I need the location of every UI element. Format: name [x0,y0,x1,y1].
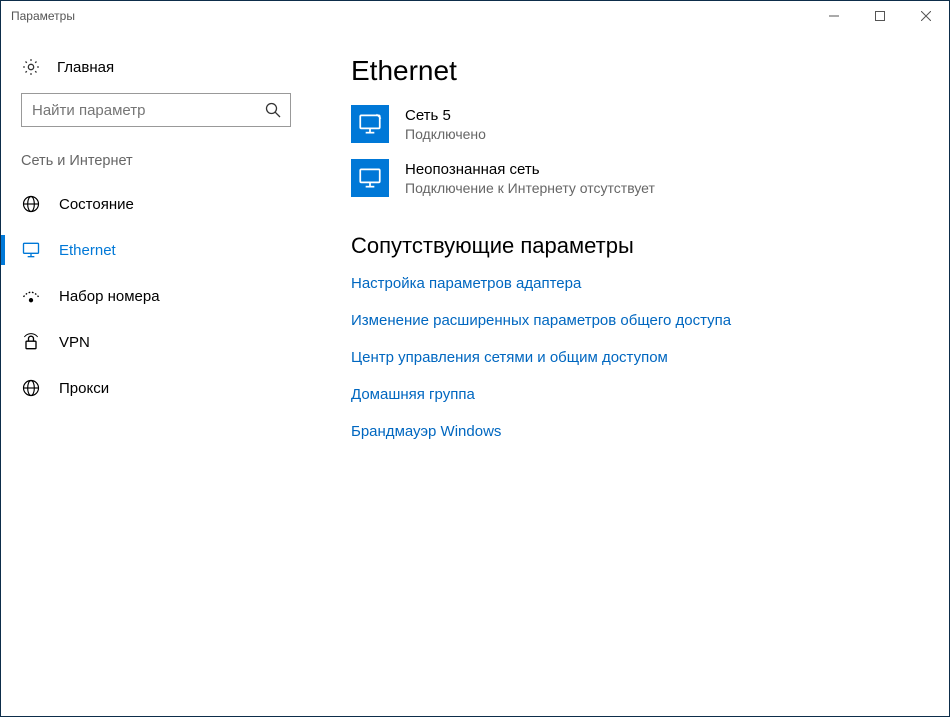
network-item[interactable]: Сеть 5 Подключено [351,105,919,143]
nav-list: Состояние Ethernet [1,181,311,411]
network-status: Подключено [405,126,486,142]
gear-icon [21,57,41,77]
network-item[interactable]: Неопознанная сеть Подключение к Интернет… [351,159,919,197]
home-button[interactable]: Главная [1,47,311,87]
proxy-icon [21,378,41,398]
network-monitor-icon [351,159,389,197]
category-label: Сеть и Интернет [1,135,311,181]
search-input[interactable] [21,93,291,127]
dialup-icon [21,286,41,306]
sidebar-item-ethernet[interactable]: Ethernet [1,227,311,273]
link-advanced-sharing[interactable]: Изменение расширенных параметров общего … [351,312,731,329]
network-name: Сеть 5 [405,107,486,124]
page-title: Ethernet [351,55,919,87]
sidebar-item-label: VPN [59,334,90,351]
sidebar-item-label: Прокси [59,380,109,397]
sidebar-item-dialup[interactable]: Набор номера [1,273,311,319]
close-button[interactable] [903,1,949,31]
minimize-button[interactable] [811,1,857,31]
sidebar-item-status[interactable]: Состояние [1,181,311,227]
ethernet-icon [21,240,41,260]
link-adapter-settings[interactable]: Настройка параметров адаптера [351,275,581,292]
titlebar: Параметры [1,1,949,31]
window-controls [811,1,949,31]
settings-window: Параметры Главная [0,0,950,717]
main-panel: Ethernet Сеть 5 Подключено [311,31,949,716]
sidebar-item-label: Ethernet [59,242,116,259]
sidebar-item-proxy[interactable]: Прокси [1,365,311,411]
network-text: Сеть 5 Подключено [405,107,486,142]
network-text: Неопознанная сеть Подключение к Интернет… [405,161,655,196]
minimize-icon [829,11,839,21]
sidebar-item-label: Набор номера [59,288,160,305]
link-homegroup[interactable]: Домашняя группа [351,386,475,403]
sidebar: Главная Сеть и Интернет [1,31,311,716]
maximize-icon [875,11,885,21]
network-monitor-icon [351,105,389,143]
maximize-button[interactable] [857,1,903,31]
link-network-center[interactable]: Центр управления сетями и общим доступом [351,349,668,366]
sidebar-item-label: Состояние [59,196,134,213]
sidebar-item-vpn[interactable]: VPN [1,319,311,365]
network-status: Подключение к Интернету отсутствует [405,180,655,196]
globe-icon [21,194,41,214]
home-label: Главная [57,59,114,76]
link-windows-firewall[interactable]: Брандмауэр Windows [351,423,501,440]
search-container [1,87,311,135]
close-icon [921,11,931,21]
window-title: Параметры [11,9,75,23]
related-section-title: Сопутствующие параметры [351,233,919,259]
content-area: Главная Сеть и Интернет [1,31,949,716]
network-name: Неопознанная сеть [405,161,655,178]
vpn-icon [21,332,41,352]
